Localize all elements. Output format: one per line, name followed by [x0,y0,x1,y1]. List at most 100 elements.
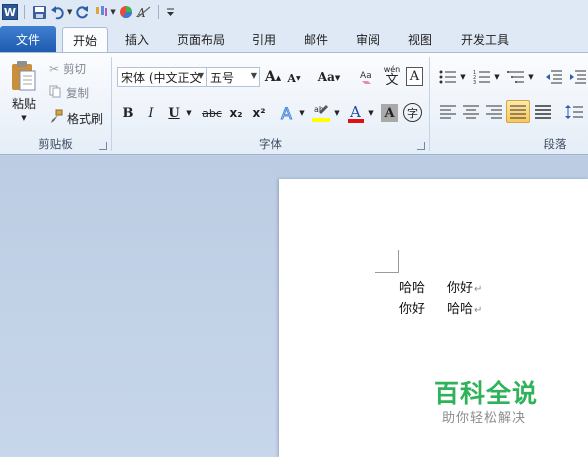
highlight-dropdown-icon[interactable]: ▼ [333,107,341,119]
clipboard-launcher-icon[interactable] [99,142,107,150]
document-page[interactable] [279,179,588,457]
clipboard-group: 粘贴 ▼ ✂ 剪切 复制 格式刷 剪贴板 [0,53,111,155]
enclose-character-icon[interactable]: 字 [403,103,422,122]
tab-mailings[interactable]: 邮件 [298,27,334,52]
tab-view[interactable]: 视图 [402,27,438,52]
qat-separator [24,5,25,19]
bullets-icon[interactable] [438,67,458,87]
quick-access-toolbar: W ▼ ▼ A [0,0,588,24]
svg-text:A: A [136,6,146,19]
cell-text: 哈哈 [399,281,426,296]
copy-button[interactable]: 复制 [49,85,97,101]
margin-corner-mark [398,250,399,273]
tab-references[interactable]: 引用 [246,27,282,52]
underline-button[interactable]: U [166,104,182,122]
ribbon: 粘贴 ▼ ✂ 剪切 复制 格式刷 剪贴板 宋体 (中文正文 ▼ 五号 ▼ A ▲ … [0,52,588,155]
bold-button[interactable]: B [120,104,136,122]
format-painter-icon[interactable]: ▼ [93,2,116,22]
tab-home[interactable]: 开始 [62,27,108,53]
grow-font-button[interactable]: A ▲ [264,68,282,86]
change-case-button[interactable]: Aa ▼ [318,68,340,86]
decrease-indent-icon[interactable] [544,67,564,87]
shrink-font-button[interactable]: A ▼ [286,70,302,86]
margin-corner-mark [375,272,399,273]
clear-format-icon[interactable]: A [136,2,152,22]
paragraph-mark-icon: ↵ [474,284,483,295]
font-color-dropdown-icon[interactable]: ▼ [367,107,375,119]
undo-icon[interactable]: ▼ [50,2,72,22]
tab-review[interactable]: 审阅 [350,27,386,52]
font-size-select[interactable]: 五号 ▼ [206,67,260,87]
format-painter-button[interactable]: 格式刷 [49,109,109,127]
cell-text: 你好 [447,281,474,296]
character-shading-icon[interactable]: A [381,104,398,122]
cell-text: 哈哈 [447,302,474,317]
character-border-icon[interactable]: A [406,67,423,86]
paste-icon[interactable] [6,59,40,93]
numbering-icon[interactable]: 123 [472,67,492,87]
save-icon[interactable] [32,2,47,22]
paragraph-group: ▼ 123 ▼ ▼ 段落 [430,53,588,155]
color-icon[interactable] [119,2,133,22]
align-left-icon[interactable] [438,102,458,122]
format-painter-label: 格式刷 [67,111,104,126]
distributed-icon[interactable] [533,102,553,122]
svg-text:A: A [281,104,292,123]
italic-button[interactable]: I [143,104,159,122]
underline-dropdown-icon[interactable]: ▼ [184,107,194,119]
strikethrough-button[interactable]: abc [201,104,223,122]
subscript-button[interactable]: x₂ [227,104,245,122]
cut-label: 剪切 [63,62,87,76]
tab-page-layout[interactable]: 页面布局 [170,27,232,52]
svg-text:Aa: Aa [360,71,372,81]
change-case-label: Aa [317,70,335,84]
paragraph-mark-icon: ↵ [474,305,483,316]
cell-text: 你好 [399,302,426,317]
watermark-subtitle: 助你轻松解决 [442,411,527,426]
font-color-icon[interactable]: A [346,102,366,124]
align-center-icon[interactable] [461,102,481,122]
qat-separator [157,5,159,19]
superscript-button[interactable]: x² [250,104,268,122]
word-logo-icon[interactable]: W [2,4,18,20]
multilevel-list-icon[interactable] [506,67,526,87]
text-effects-dropdown-icon[interactable]: ▼ [298,107,306,119]
document-line-2[interactable]: 你好 哈哈↵ [399,298,482,317]
scissors-icon: ✂ [49,62,60,76]
svg-text:A: A [349,103,361,121]
shrink-font-label: A [287,71,296,85]
cut-button[interactable]: ✂ 剪切 [49,61,97,77]
font-size-value: 五号 [210,70,235,85]
multilevel-dropdown-icon[interactable]: ▼ [527,71,535,83]
highlight-icon[interactable]: ab [310,102,332,124]
phonetic-guide-button[interactable]: wén 文 [382,65,402,87]
grow-font-label: A [264,69,276,85]
justify-icon[interactable] [506,100,530,123]
document-line-1[interactable]: 哈哈 你好↵ [399,277,482,296]
tab-insert[interactable]: 插入 [120,27,154,52]
paste-button[interactable]: 粘贴 [8,95,40,111]
tab-file[interactable]: 文件 [0,26,56,52]
clear-formatting-icon[interactable]: Aa [359,67,377,87]
customize-toolbar-icon[interactable] [166,2,175,22]
clipboard-group-label: 剪贴板 [38,137,73,151]
brush-icon [49,109,64,127]
font-name-select[interactable]: 宋体 (中文正文 ▼ [117,67,207,87]
align-right-icon[interactable] [484,102,504,122]
line-spacing-icon[interactable] [564,102,584,122]
increase-indent-icon[interactable] [568,67,588,87]
phonetic-guide-char: 文 [385,72,399,88]
font-launcher-icon[interactable] [417,142,425,150]
ribbon-tabs: 文件 开始 插入 页面布局 引用 邮件 审阅 视图 开发工具 [0,24,588,53]
format-dropdown-icon[interactable]: ▼ [110,8,115,16]
paste-dropdown-icon[interactable]: ▼ [19,113,29,123]
copy-icon [49,85,62,101]
watermark-title: 百科全说 [434,379,539,408]
text-effects-icon[interactable]: A [278,103,298,124]
tab-developer[interactable]: 开发工具 [452,27,518,52]
bullets-dropdown-icon[interactable]: ▼ [459,71,467,83]
undo-dropdown-icon[interactable]: ▼ [67,8,72,16]
numbering-dropdown-icon[interactable]: ▼ [493,71,501,83]
redo-icon[interactable] [75,2,90,22]
chevron-down-icon: ▼ [197,71,204,80]
